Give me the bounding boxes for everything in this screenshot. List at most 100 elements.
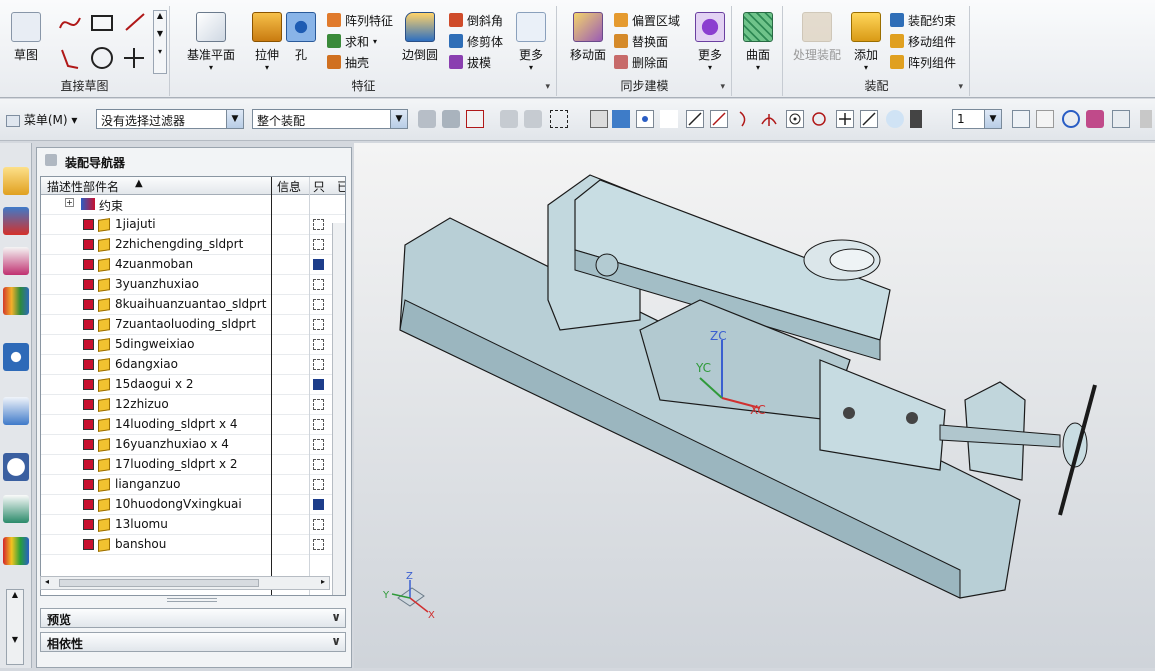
- trim-body-button[interactable]: 修剪体: [449, 31, 503, 51]
- rectangle-select-icon[interactable]: [550, 110, 568, 128]
- readonly-checkbox[interactable]: [313, 479, 324, 490]
- multi-snap-icon[interactable]: [660, 110, 678, 128]
- tree-vertical-scrollbar[interactable]: [332, 223, 345, 595]
- tree-row[interactable]: 14luoding_sldprt x 4: [41, 415, 345, 435]
- readonly-checkbox[interactable]: [313, 359, 324, 370]
- dependency-section[interactable]: 相依性 ∨: [40, 632, 346, 652]
- control-point-icon[interactable]: [736, 110, 754, 128]
- point-snap-icon[interactable]: [500, 110, 518, 128]
- scroll-thumb[interactable]: [59, 579, 259, 587]
- sort-ascending-icon[interactable]: ▲: [135, 178, 143, 189]
- readonly-checkbox[interactable]: [313, 279, 324, 290]
- intersection-point-icon[interactable]: [760, 110, 778, 128]
- visibility-checkbox[interactable]: [83, 259, 94, 270]
- selection-filter-dropdown[interactable]: 没有选择过滤器 ▼: [96, 109, 244, 129]
- point-on-face-icon[interactable]: [886, 110, 904, 128]
- shell-button[interactable]: 抽壳: [327, 52, 369, 72]
- point-on-curve-icon[interactable]: [860, 110, 878, 128]
- tree-row-constraints[interactable]: + 约束: [41, 195, 345, 215]
- hd3d-tools-icon[interactable]: [3, 343, 29, 371]
- readonly-checkbox[interactable]: [313, 339, 324, 350]
- tree-row[interactable]: 7zuantaoluoding_sldprt: [41, 315, 345, 335]
- arc-center-icon[interactable]: [786, 110, 804, 128]
- delete-face-button[interactable]: 删除面: [614, 52, 668, 72]
- tree-row[interactable]: 2zhichengding_sldprt: [41, 235, 345, 255]
- view-more-icon[interactable]: [1140, 110, 1152, 128]
- visibility-checkbox[interactable]: [83, 299, 94, 310]
- readonly-checkbox[interactable]: [313, 459, 324, 470]
- assembly-navigator-icon[interactable]: [3, 167, 29, 195]
- filter-tool-icon[interactable]: [418, 110, 436, 128]
- visibility-checkbox[interactable]: [83, 419, 94, 430]
- readonly-checkbox[interactable]: [313, 239, 324, 250]
- visibility-checkbox[interactable]: [83, 319, 94, 330]
- scroll-right-icon[interactable]: ▸: [321, 577, 325, 586]
- rotate-icon[interactable]: [1062, 110, 1080, 128]
- readonly-checkbox[interactable]: [313, 219, 324, 230]
- readonly-checkbox[interactable]: [313, 419, 324, 430]
- move-component-button[interactable]: 移动组件: [890, 31, 956, 51]
- col-info-header[interactable]: 信息: [277, 178, 301, 195]
- visibility-checkbox[interactable]: [83, 439, 94, 450]
- col-name-header[interactable]: 描述性部件名: [47, 178, 119, 195]
- mid-point-icon[interactable]: [710, 110, 728, 128]
- tree-horizontal-scrollbar[interactable]: ◂ ▸: [40, 576, 330, 590]
- pan-icon[interactable]: [1086, 110, 1104, 128]
- hole-button[interactable]: 孔: [283, 10, 319, 76]
- preview-section[interactable]: 预览 ∨: [40, 608, 346, 628]
- curve-snap-icon[interactable]: [524, 110, 542, 128]
- edge-blend-button[interactable]: 边倒圆: [397, 10, 443, 76]
- sync-group-menu-icon[interactable]: ▾: [720, 82, 725, 92]
- add-component-button[interactable]: 添加 ▾: [846, 10, 886, 76]
- quadrant-point-icon[interactable]: [810, 110, 828, 128]
- visibility-checkbox[interactable]: [83, 359, 94, 370]
- assembly-constraint-button[interactable]: 装配约束: [890, 10, 956, 30]
- existing-point-icon[interactable]: [836, 110, 854, 128]
- tree-row[interactable]: 17luoding_sldprt x 2: [41, 455, 345, 475]
- col-more-header[interactable]: 已: [337, 178, 345, 195]
- part-navigator-icon[interactable]: [3, 247, 29, 275]
- tree-row[interactable]: 1jiajuti: [41, 215, 345, 235]
- pattern-component-button[interactable]: 阵列组件: [890, 52, 956, 72]
- tree-row[interactable]: lianganzuo: [41, 475, 345, 495]
- fit-view-icon[interactable]: [1012, 110, 1030, 128]
- tree-row[interactable]: 6dangxiao: [41, 355, 345, 375]
- sync-more-button[interactable]: 更多 ▾: [690, 10, 730, 76]
- tree-row[interactable]: 10huodongVxingkuai: [41, 495, 345, 515]
- surface-button[interactable]: 曲面 ▾: [733, 10, 783, 76]
- visibility-checkbox[interactable]: [83, 479, 94, 490]
- tree-row[interactable]: 16yuanzhuxiao x 4: [41, 435, 345, 455]
- web-browser-icon[interactable]: [3, 397, 29, 425]
- visibility-checkbox[interactable]: [83, 459, 94, 470]
- visibility-checkbox[interactable]: [83, 379, 94, 390]
- tree-row[interactable]: 15daogui x 2: [41, 375, 345, 395]
- move-face-button[interactable]: 移动面: [562, 10, 614, 76]
- feature-more-button[interactable]: 更多 ▾: [511, 10, 551, 76]
- readonly-checkbox[interactable]: [313, 299, 324, 310]
- sketch-gallery-scroll[interactable]: ▲ ▼ ▾: [153, 10, 167, 74]
- readonly-checkbox[interactable]: [313, 399, 324, 410]
- readonly-checkbox[interactable]: [313, 439, 324, 450]
- visibility-checkbox[interactable]: [83, 539, 94, 550]
- history-icon[interactable]: [3, 453, 29, 481]
- constraint-navigator-icon[interactable]: [3, 207, 29, 235]
- bounded-grid-icon[interactable]: [910, 110, 922, 128]
- visibility-checkbox[interactable]: [83, 399, 94, 410]
- datum-plane-button[interactable]: 基准平面 ▾: [181, 10, 241, 76]
- pattern-feature-button[interactable]: 阵列特征: [327, 10, 393, 30]
- expand-icon[interactable]: +: [65, 198, 74, 207]
- reuse-library-icon[interactable]: [3, 287, 29, 315]
- selection-scope-dropdown[interactable]: 整个装配 ▼: [252, 109, 408, 129]
- tree-row[interactable]: 3yuanzhuxiao: [41, 275, 345, 295]
- layer-dropdown[interactable]: 1 ▼: [952, 109, 1002, 129]
- sketch-curve-tools[interactable]: [56, 10, 152, 72]
- tree-row[interactable]: 13luomu: [41, 515, 345, 535]
- assembly-group-menu-icon[interactable]: ▾: [958, 82, 963, 92]
- scroll-left-icon[interactable]: ◂: [45, 577, 49, 586]
- visibility-checkbox[interactable]: [83, 339, 94, 350]
- col-readonly-header[interactable]: 只: [313, 178, 325, 195]
- graphics-window[interactable]: ZC XC YC Z X Y: [354, 143, 1155, 668]
- visibility-checkbox[interactable]: [83, 219, 94, 230]
- snap-tool-icon[interactable]: [442, 110, 460, 128]
- draft-button[interactable]: 拔模: [449, 52, 491, 72]
